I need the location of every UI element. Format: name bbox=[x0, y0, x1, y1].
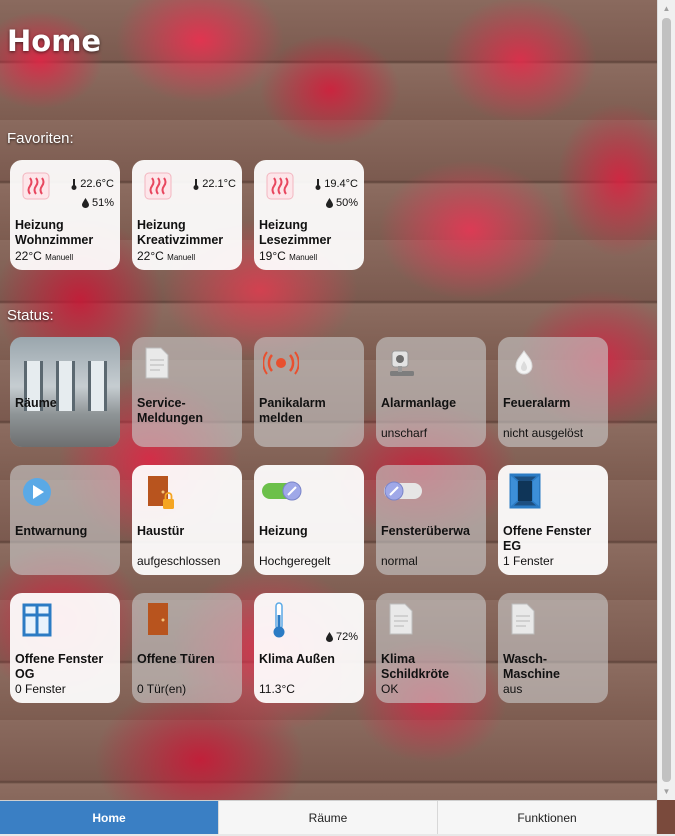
tile-name: Offene Fenster OG bbox=[15, 652, 104, 681]
tile-name: Heizung bbox=[259, 524, 308, 538]
tile-name: Fensterüberwa bbox=[381, 524, 470, 538]
tile-name: Offene Fenster EG bbox=[503, 524, 592, 553]
temperature-readout: 22.6°C bbox=[71, 178, 114, 190]
tile-value: 0 Tür(en) bbox=[137, 682, 187, 696]
tile-name: Panikalarm melden bbox=[259, 396, 326, 425]
temperature-readout: 22.1°C bbox=[193, 178, 236, 190]
favorite-heizung-kreativzimmer[interactable]: 22.1°C Heizung Kreativzimmer 22°C Manuell bbox=[132, 160, 242, 270]
tile-name: Klima Außen bbox=[259, 652, 335, 666]
tile-name: Offene Türen bbox=[137, 652, 215, 666]
drop-icon bbox=[81, 198, 89, 208]
tile-klima-aussen[interactable]: 72% Klima Außen 11.3°C bbox=[254, 593, 364, 703]
door-icon bbox=[148, 603, 168, 635]
toggle-icon bbox=[262, 481, 302, 501]
vertical-scrollbar[interactable]: ▲ ▼ bbox=[657, 0, 675, 800]
tile-setpoint: 22°C Manuell bbox=[15, 249, 74, 263]
drop-icon bbox=[325, 632, 333, 642]
tile-offene-fenster-og[interactable]: Offene Fenster OG 0 Fenster bbox=[10, 593, 120, 703]
status-label: Status: bbox=[7, 307, 54, 324]
tile-panikalarm-melden[interactable]: Panikalarm melden bbox=[254, 337, 364, 447]
tile-klima-schildkroete[interactable]: Klima Schildkröte OK bbox=[376, 593, 486, 703]
tile-offene-fenster-eg[interactable]: Offene Fenster EG 1 Fenster bbox=[498, 465, 608, 575]
humidity-readout: 51% bbox=[81, 197, 114, 209]
window-icon bbox=[22, 603, 52, 637]
tab-home[interactable]: Home bbox=[0, 801, 219, 834]
tile-entwarnung[interactable]: Entwarnung bbox=[10, 465, 120, 575]
tile-value: normal bbox=[381, 554, 418, 568]
thermometer-icon bbox=[315, 178, 321, 190]
heating-icon bbox=[266, 172, 294, 200]
tile-name: Wasch- Maschine bbox=[503, 652, 560, 681]
tab-funktionen[interactable]: Funktionen bbox=[438, 801, 657, 834]
tile-value: 1 Fenster bbox=[503, 554, 554, 568]
rooms-photo bbox=[10, 337, 120, 447]
tile-value: 11.3°C bbox=[259, 682, 295, 696]
tile-value: nicht ausgelöst bbox=[503, 426, 584, 440]
heating-icon bbox=[22, 172, 50, 200]
thermometer-icon bbox=[193, 178, 199, 190]
tile-offene-tueren[interactable]: Offene Türen 0 Tür(en) bbox=[132, 593, 242, 703]
tile-feueralarm[interactable]: Feueralarm nicht ausgelöst bbox=[498, 337, 608, 447]
tile-alarmanlage[interactable]: Alarmanlage unscharf bbox=[376, 337, 486, 447]
thermometer-icon bbox=[71, 178, 77, 190]
humidity-readout: 72% bbox=[325, 631, 358, 643]
tile-name: Service- Meldungen bbox=[137, 396, 203, 425]
tile-setpoint: 19°C Manuell bbox=[259, 249, 318, 263]
tile-name: Feueralarm bbox=[503, 396, 571, 410]
scroll-up-icon[interactable]: ▲ bbox=[658, 0, 675, 17]
scroll-down-icon[interactable]: ▼ bbox=[658, 783, 675, 800]
tile-haustuer[interactable]: Haustür aufgeschlossen bbox=[132, 465, 242, 575]
tile-value: aufgeschlossen bbox=[137, 554, 221, 568]
temperature-readout: 19.4°C bbox=[315, 178, 358, 190]
play-icon bbox=[23, 478, 51, 506]
document-icon bbox=[145, 347, 169, 379]
tile-waschmaschine[interactable]: Wasch- Maschine aus bbox=[498, 593, 608, 703]
humidity-readout: 50% bbox=[325, 197, 358, 209]
document-icon bbox=[389, 603, 413, 635]
favorites-label: Favoriten: bbox=[7, 130, 74, 147]
tile-value: 0 Fenster bbox=[15, 682, 66, 696]
window-icon bbox=[509, 473, 541, 509]
tile-service-meldungen[interactable]: Service- Meldungen bbox=[132, 337, 242, 447]
header: Home bbox=[0, 0, 657, 100]
tile-name: Heizung Kreativzimmer bbox=[137, 218, 224, 247]
alarm-sensor-icon bbox=[390, 350, 414, 376]
favorite-heizung-wohnzimmer[interactable]: 22.6°C 51% Heizung Wohnzimmer 22°C Manuel… bbox=[10, 160, 120, 270]
tile-value: unscharf bbox=[381, 426, 428, 440]
tile-name: Klima Schildkröte bbox=[381, 652, 450, 681]
tile-value: OK bbox=[381, 682, 399, 696]
thermometer-icon bbox=[273, 602, 285, 638]
tile-raeume[interactable]: Räume bbox=[10, 337, 120, 447]
tile-value: Hochgeregelt bbox=[259, 554, 331, 568]
door-icon bbox=[148, 476, 174, 509]
heating-icon bbox=[144, 172, 172, 200]
tile-name: Alarmanlage bbox=[381, 396, 457, 410]
tile-name: Entwarnung bbox=[15, 524, 88, 538]
toggle-icon bbox=[384, 481, 422, 501]
tile-name: Haustür bbox=[137, 524, 185, 538]
favorite-heizung-lesezimmer[interactable]: 19.4°C 50% Heizung Lesezimmer 19°C Manuel… bbox=[254, 160, 364, 270]
tile-name: Räume bbox=[15, 396, 57, 410]
fire-icon bbox=[515, 350, 533, 375]
bottom-tab-bar: Home Räume Funktionen bbox=[0, 800, 657, 834]
page-title: Home bbox=[7, 24, 102, 58]
tile-name: Heizung Wohnzimmer bbox=[15, 218, 94, 247]
tile-fensterueberwachung[interactable]: Fensterüberwa normal bbox=[376, 465, 486, 575]
document-icon bbox=[511, 603, 535, 635]
tile-heizung[interactable]: Heizung Hochgeregelt bbox=[254, 465, 364, 575]
tile-setpoint: 22°C Manuell bbox=[137, 249, 196, 263]
tile-name: Heizung Lesezimmer bbox=[259, 218, 332, 247]
drop-icon bbox=[325, 198, 333, 208]
panic-alarm-icon bbox=[263, 351, 299, 375]
tab-raeume[interactable]: Räume bbox=[219, 801, 438, 834]
scrollbar-thumb[interactable] bbox=[662, 18, 671, 782]
tile-value: aus bbox=[503, 682, 523, 696]
